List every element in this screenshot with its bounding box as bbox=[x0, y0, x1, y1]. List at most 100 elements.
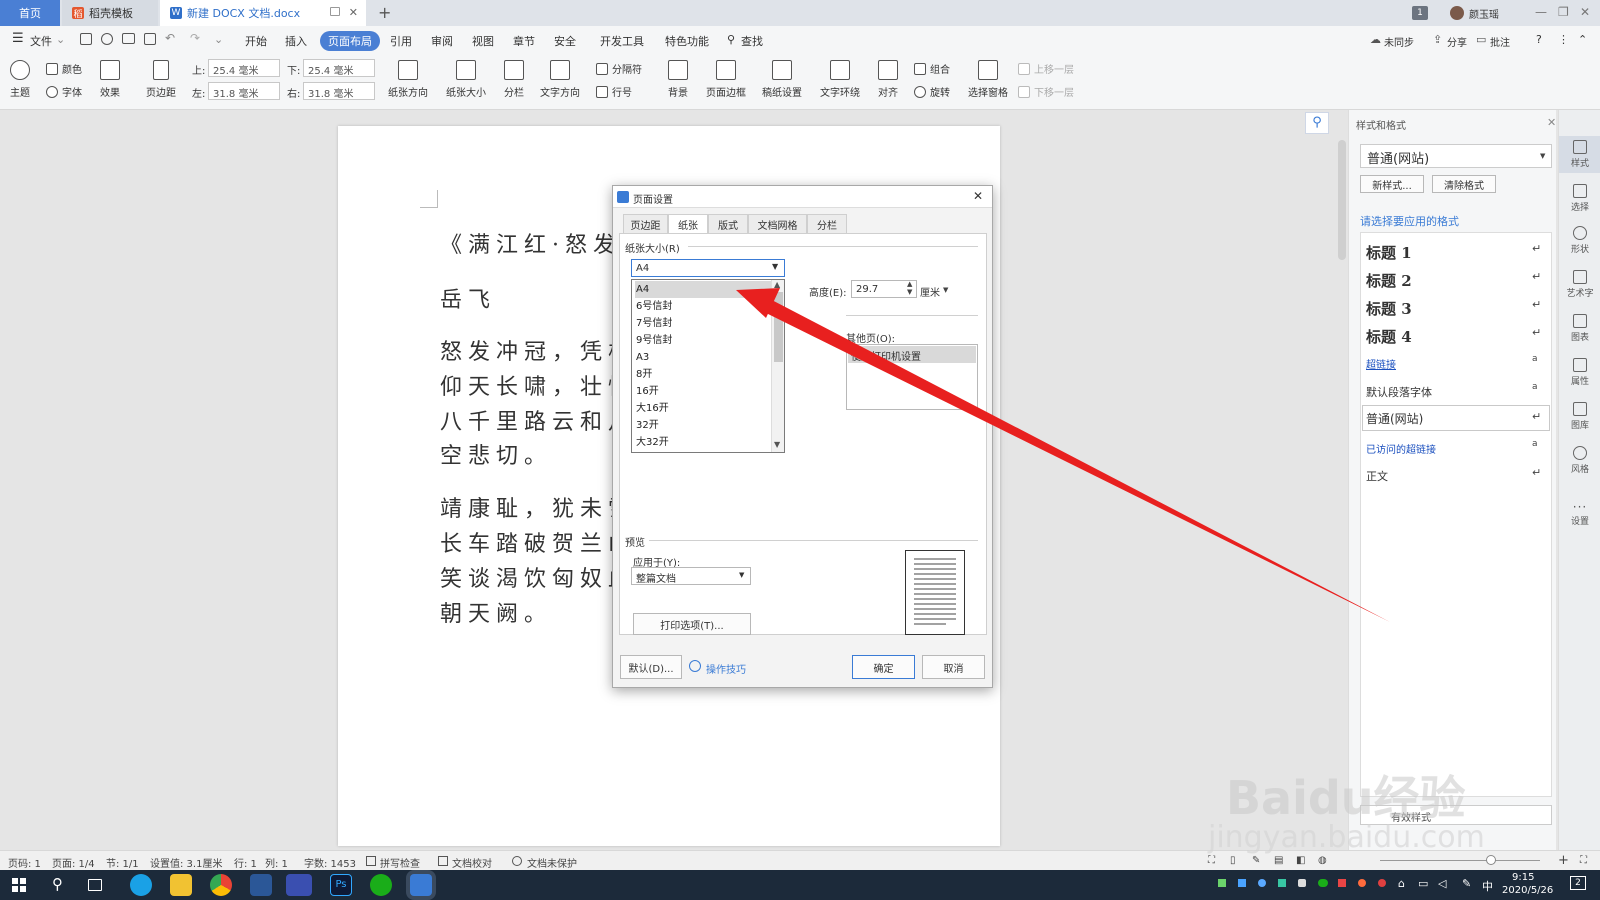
theme-button[interactable]: 主题 bbox=[10, 60, 30, 99]
tray-nvidia-icon[interactable] bbox=[1218, 879, 1226, 887]
rotate-button[interactable]: 旋转 bbox=[914, 84, 950, 99]
dropdown-arrow-icon[interactable]: ▼ bbox=[772, 262, 778, 271]
tray-network-icon[interactable]: ⌂ bbox=[1398, 877, 1405, 890]
doc-line[interactable]: 怒发冲冠，凭栏 bbox=[440, 334, 636, 366]
read-mode-icon[interactable]: ▯ bbox=[1230, 855, 1236, 866]
save-icon[interactable] bbox=[80, 33, 92, 45]
spell-check-button[interactable]: 拼写检查 bbox=[380, 855, 420, 870]
doc-line[interactable]: 长车踏破贺兰山 bbox=[440, 526, 636, 558]
paper-option[interactable]: 9号信封 bbox=[635, 332, 773, 349]
print-icon[interactable] bbox=[122, 33, 135, 44]
other-pages-list[interactable]: 使用打印机设置 bbox=[846, 344, 978, 410]
align-button[interactable]: 对齐 bbox=[878, 60, 898, 99]
sidebar-select[interactable]: 选择 bbox=[1559, 184, 1600, 213]
wechat-icon[interactable] bbox=[370, 874, 392, 896]
protection-status[interactable]: 文档未保护 bbox=[527, 855, 577, 870]
paper-option-a4[interactable]: A4 bbox=[635, 281, 773, 298]
close-window-icon[interactable]: ✕ bbox=[1580, 5, 1590, 19]
style-body-text[interactable]: 正文 bbox=[1366, 468, 1388, 484]
navigation-pin-icon[interactable]: ⚲ bbox=[1305, 112, 1329, 134]
photoshop-icon[interactable]: Ps bbox=[330, 874, 352, 896]
sidebar-gallery[interactable]: 图库 bbox=[1559, 402, 1600, 431]
style-heading-3[interactable]: 标题 3 bbox=[1366, 298, 1412, 319]
text-direction-button[interactable]: 文字方向 bbox=[540, 60, 580, 99]
tray-app-icon[interactable] bbox=[1358, 879, 1366, 887]
status-pages[interactable]: 页面: 1/4 bbox=[52, 855, 95, 870]
menu-references[interactable]: 引用 bbox=[390, 33, 412, 49]
format-painter-icon[interactable] bbox=[101, 33, 113, 45]
paper-size-list[interactable]: A4 6号信封 7号信封 9号信封 A3 8开 16开 大16开 32开 大32… bbox=[631, 279, 785, 453]
scroll-up-icon[interactable]: ▲ bbox=[774, 280, 780, 289]
paper-option[interactable]: 16开 bbox=[635, 383, 773, 400]
globe-icon[interactable]: ◍ bbox=[1318, 855, 1327, 866]
redo-icon[interactable]: ↷ bbox=[190, 31, 200, 45]
menu-page-layout[interactable]: 页面布局 bbox=[320, 31, 380, 51]
ime-indicator[interactable]: 中 bbox=[1482, 878, 1493, 894]
tab-close-icon[interactable]: ✕ bbox=[349, 6, 358, 19]
doc-line[interactable]: 靖康耻，犹未雪 bbox=[440, 491, 636, 523]
sidebar-styles[interactable]: 样式 bbox=[1559, 136, 1600, 173]
doc-line[interactable]: 仰天长啸，壮怀 bbox=[440, 369, 636, 401]
tab-margins[interactable]: 页边距 bbox=[623, 214, 668, 234]
baidu-icon[interactable] bbox=[286, 874, 312, 896]
paper-size-button[interactable]: 纸张大小 bbox=[446, 60, 486, 99]
maximize-icon[interactable]: ❐ bbox=[1558, 5, 1569, 19]
sync-status[interactable]: 未同步 bbox=[1384, 34, 1414, 49]
proofread-button[interactable]: 文档校对 bbox=[452, 855, 492, 870]
edit-mode-icon[interactable]: ✎ bbox=[1252, 855, 1260, 866]
sidebar-properties[interactable]: 属性 bbox=[1559, 358, 1600, 387]
minimize-icon[interactable]: — bbox=[1535, 5, 1547, 19]
fullscreen-icon[interactable]: ⛶ bbox=[1208, 855, 1215, 866]
paper-option[interactable]: 32开 bbox=[635, 417, 773, 434]
page-view-icon[interactable]: ▤ bbox=[1274, 855, 1283, 866]
tab-document[interactable]: W 新建 DOCX 文档.docx ✕ bbox=[160, 0, 366, 26]
tray-app-icon[interactable] bbox=[1238, 879, 1246, 887]
dialog-close-icon[interactable]: ✕ bbox=[973, 189, 983, 203]
search-icon[interactable]: ⚲ bbox=[727, 33, 735, 46]
tray-app-icon[interactable] bbox=[1278, 879, 1286, 887]
tab-columns[interactable]: 分栏 bbox=[807, 214, 847, 234]
share-icon[interactable]: ⇪ bbox=[1433, 33, 1442, 46]
sidebar-wordart[interactable]: 艺术字 bbox=[1559, 270, 1600, 299]
menu-file[interactable]: 文件 bbox=[30, 33, 52, 49]
collapse-ribbon-icon[interactable]: ⌃ bbox=[1578, 33, 1587, 46]
tab-float-icon[interactable] bbox=[330, 7, 340, 16]
status-setting-value[interactable]: 设置值: 3.1厘米 bbox=[150, 855, 222, 870]
windows-start-icon[interactable] bbox=[8, 874, 30, 896]
sidebar-styles-gallery[interactable]: 风格 bbox=[1559, 446, 1600, 475]
avatar[interactable] bbox=[1450, 6, 1464, 20]
cloud-sync-icon[interactable]: ☁ bbox=[1370, 33, 1381, 46]
doc-author[interactable]: 岳飞 bbox=[440, 282, 496, 314]
breaks-button[interactable]: 分隔符 bbox=[596, 61, 642, 76]
paper-size-select[interactable]: A4 bbox=[631, 259, 785, 277]
notification-center-icon[interactable]: 2 bbox=[1570, 876, 1586, 890]
right-margin-input[interactable]: 31.8 毫米 bbox=[303, 82, 375, 100]
tray-shield-icon[interactable] bbox=[1258, 879, 1266, 887]
unit-select[interactable]: 厘米 bbox=[920, 284, 940, 299]
chevron-down-icon[interactable]: ⌄ bbox=[56, 33, 65, 46]
new-tab-button[interactable]: + bbox=[378, 3, 391, 22]
default-button[interactable]: 默认(D)... bbox=[620, 655, 682, 679]
tab-docer-templates[interactable]: 稻 稻壳模板 bbox=[62, 0, 158, 26]
status-row[interactable]: 行: 1 bbox=[234, 855, 257, 870]
tray-volume-icon[interactable]: ◁ bbox=[1438, 877, 1446, 890]
comment-button[interactable]: 批注 bbox=[1490, 34, 1510, 49]
bring-forward-button[interactable]: 上移一层 bbox=[1018, 61, 1074, 76]
paper-option[interactable]: 6号信封 bbox=[635, 298, 773, 315]
chrome-icon[interactable] bbox=[210, 874, 232, 896]
menu-developer[interactable]: 开发工具 bbox=[600, 33, 644, 49]
current-style-select[interactable]: 普通(网站) bbox=[1360, 144, 1552, 168]
sidebar-settings[interactable]: ··· 设置 bbox=[1559, 500, 1600, 527]
tab-layout[interactable]: 版式 bbox=[708, 214, 748, 234]
menu-review[interactable]: 审阅 bbox=[431, 33, 453, 49]
share-button[interactable]: 分享 bbox=[1447, 34, 1467, 49]
doc-title[interactable]: 《满江红·怒发 bbox=[440, 227, 621, 259]
tray-app-icon[interactable] bbox=[1378, 879, 1386, 887]
selection-pane-button[interactable]: 选择窗格 bbox=[968, 60, 1008, 99]
other-pages-option[interactable]: 使用打印机设置 bbox=[848, 346, 976, 363]
ok-button[interactable]: 确定 bbox=[852, 655, 915, 679]
orientation-button[interactable]: 纸张方向 bbox=[388, 60, 428, 99]
quick-access-more-icon[interactable]: ⌄ bbox=[214, 33, 223, 46]
page-border-button[interactable]: 页面边框 bbox=[706, 60, 746, 99]
file-explorer-icon[interactable] bbox=[170, 874, 192, 896]
